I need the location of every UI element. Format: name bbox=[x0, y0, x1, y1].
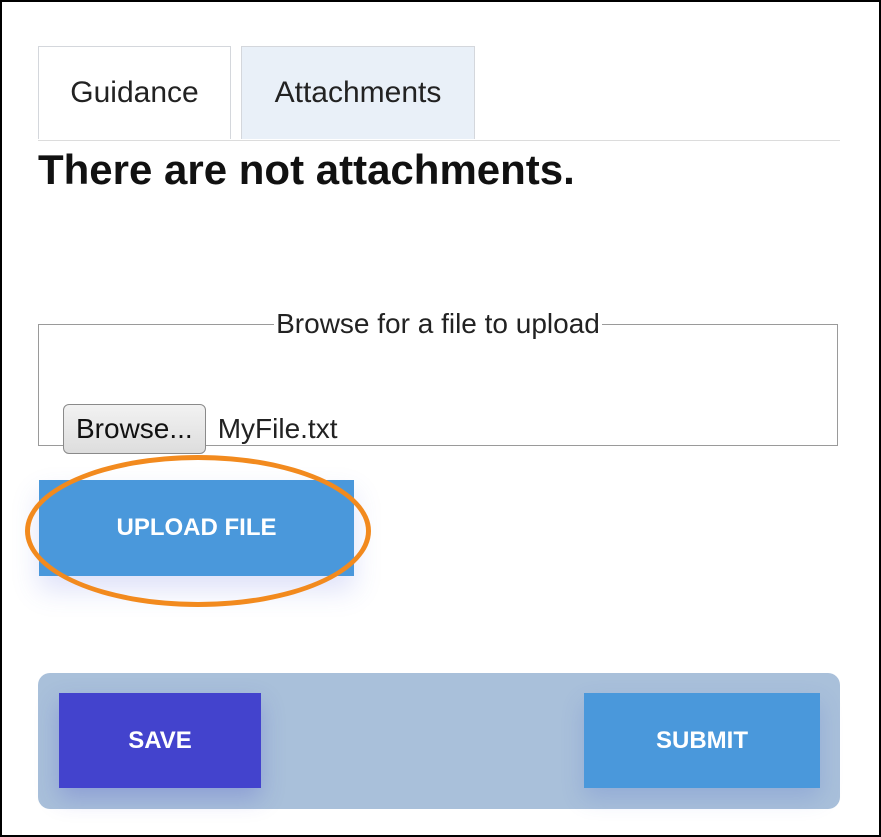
tab-attachments-label: Attachments bbox=[274, 76, 442, 109]
page-frame: Guidance Attachments There are not attac… bbox=[0, 0, 881, 837]
action-bar: SAVE SUBMIT bbox=[38, 673, 840, 809]
file-upload-legend: Browse for a file to upload bbox=[276, 308, 600, 339]
file-upload-fieldset: Browse for a file to upload Browse... My… bbox=[38, 308, 838, 454]
browse-button[interactable]: Browse... bbox=[63, 404, 206, 454]
empty-attachments-message: There are not attachments. bbox=[38, 146, 575, 193]
tab-attachments[interactable]: Attachments bbox=[241, 46, 475, 139]
tab-guidance-label: Guidance bbox=[70, 76, 199, 109]
selected-file-name: MyFile.txt bbox=[217, 413, 338, 444]
tab-bar: Guidance Attachments bbox=[38, 46, 840, 141]
file-picker-row: Browse... MyFile.txt bbox=[63, 404, 337, 454]
submit-button[interactable]: SUBMIT bbox=[584, 693, 820, 788]
upload-file-button[interactable]: UPLOAD FILE bbox=[39, 480, 354, 576]
save-button[interactable]: SAVE bbox=[59, 693, 261, 788]
tab-guidance[interactable]: Guidance bbox=[38, 46, 231, 139]
